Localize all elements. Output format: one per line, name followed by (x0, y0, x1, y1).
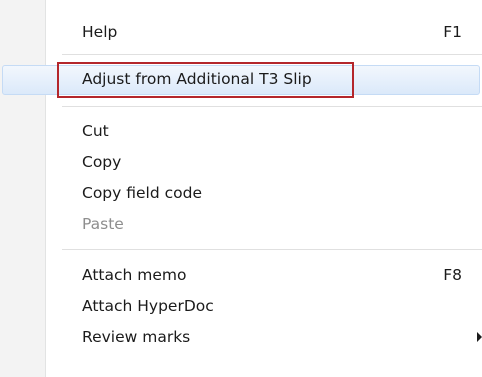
menu-item-label: Copy field code (82, 184, 202, 202)
menu-item-paste: Paste (0, 210, 482, 238)
menu-item-label: Help (82, 23, 118, 41)
menu-item-copy[interactable]: Copy (0, 148, 482, 176)
menu-separator (62, 249, 482, 251)
menu-item-attach-hyperdoc[interactable]: Attach HyperDoc (0, 292, 482, 320)
menu-separator (62, 106, 482, 108)
menu-item-label: Attach HyperDoc (82, 297, 214, 315)
menu-separator (62, 54, 482, 56)
chevron-right-icon (477, 332, 482, 342)
annotation-highlight-box (57, 62, 354, 98)
menu-item-label: Paste (82, 215, 124, 233)
menu-item-help[interactable]: Help F1 (0, 18, 482, 46)
context-menu: Help F1 Adjust from Additional T3 Slip C… (0, 0, 482, 377)
menu-item-attach-memo[interactable]: Attach memo F8 (0, 261, 482, 289)
shortcut-label: F1 (443, 23, 462, 41)
shortcut-label: F8 (443, 266, 462, 284)
menu-item-copy-field-code[interactable]: Copy field code (0, 179, 482, 207)
menu-item-label: Review marks (82, 328, 191, 346)
menu-item-cut[interactable]: Cut (0, 117, 482, 145)
menu-item-review-marks[interactable]: Review marks (0, 323, 482, 351)
menu-item-label: Attach memo (82, 266, 187, 284)
menu-item-label: Copy (82, 153, 122, 171)
menu-item-label: Cut (82, 122, 109, 140)
